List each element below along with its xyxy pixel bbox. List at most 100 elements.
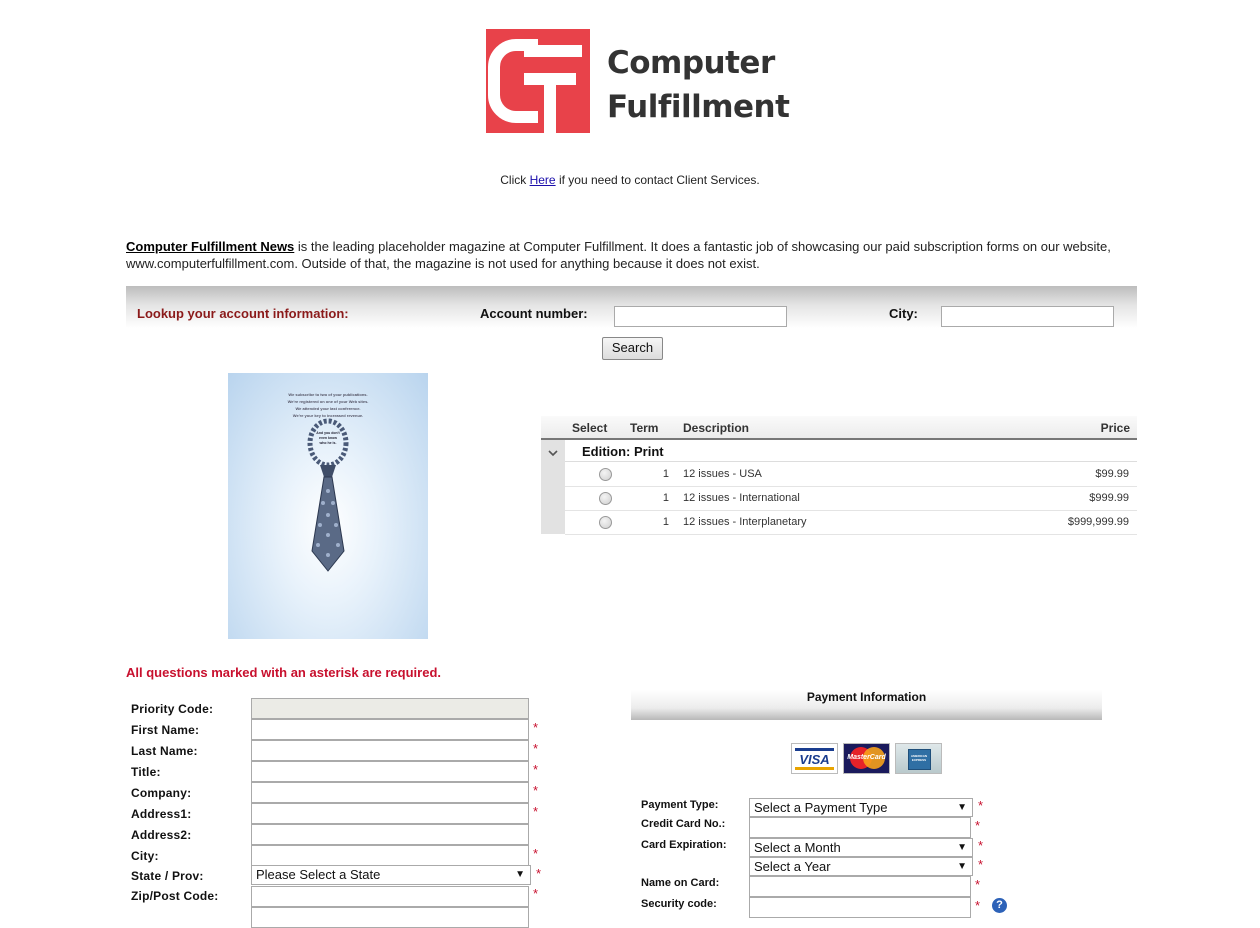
necktie-illustration [307, 418, 349, 572]
caret-down-icon: ▼ [957, 861, 967, 872]
last-name-label: Last Name: [131, 744, 198, 758]
mastercard-logo: MasterCard [843, 743, 890, 774]
name-on-card-label: Name on Card: [641, 877, 720, 889]
offers-table-header: Select Term Description Price [541, 416, 1137, 440]
offer-term: 1 [662, 468, 669, 480]
card-number-input[interactable] [749, 817, 971, 838]
required-asterisk: * [975, 818, 981, 833]
first-name-label: First Name: [131, 723, 200, 737]
required-asterisk: * [533, 762, 539, 777]
col-price: Price [1100, 421, 1130, 435]
chevron-down-icon[interactable] [547, 447, 559, 459]
company-input[interactable] [251, 782, 529, 803]
col-select: Select [572, 421, 608, 435]
contact-suffix: if you need to contact Client Services. [558, 173, 760, 187]
col-term: Term [630, 421, 659, 435]
address1-label: Address1: [131, 807, 192, 821]
offer-term: 1 [662, 492, 669, 504]
month-value: Select a Month [754, 840, 841, 855]
visa-text: VISA [799, 752, 830, 767]
required-asterisk: * [978, 857, 984, 872]
amex-logo: AMERICAN EXPRESS [895, 743, 942, 774]
account-number-label: Account number: [480, 306, 588, 321]
publication-name: Computer Fulfillment News [126, 239, 295, 254]
offer-description: 12 issues - Interplanetary [683, 516, 807, 528]
priority-code-input [251, 698, 529, 719]
caret-down-icon: ▼ [957, 842, 967, 853]
offer-radio[interactable] [599, 516, 612, 529]
city-label: City: [131, 849, 159, 863]
payment-title: Payment Information [806, 690, 927, 704]
address2-label: Address2: [131, 828, 192, 842]
required-asterisk: * [533, 886, 539, 901]
address1-input[interactable] [251, 803, 529, 824]
speech-bubble: And you don't even know who he is. [314, 431, 342, 446]
search-button[interactable]: Search [602, 337, 663, 360]
account-number-input[interactable] [614, 306, 787, 327]
city-input[interactable] [251, 845, 529, 866]
required-asterisk: * [978, 798, 984, 813]
mastercard-text: MasterCard [847, 754, 886, 761]
offer-row[interactable]: 1 12 issues - International $999.99 [565, 486, 1137, 511]
security-code-input[interactable] [749, 897, 971, 918]
magazine-cover-image: We subscribe to two of your publications… [228, 373, 428, 639]
visa-logo: VISA [791, 743, 838, 774]
state-select-value: Please Select a State [256, 867, 381, 882]
caret-down-icon: ▼ [957, 802, 967, 813]
name-on-card-input[interactable] [749, 876, 971, 897]
priority-code-label: Priority Code: [131, 702, 214, 716]
offer-radio[interactable] [599, 492, 612, 505]
lookup-city-label: City: [889, 306, 918, 321]
next-field-input[interactable] [251, 907, 529, 928]
card-expiration-label: Card Expiration: [641, 839, 727, 851]
intro-paragraph: Computer Fulfillment News is the leading… [126, 238, 1126, 272]
required-note: All questions marked with an asterisk ar… [126, 665, 441, 680]
brand-name-line2: Fulfillment [607, 89, 790, 125]
company-label: Company: [131, 786, 192, 800]
zip-label: Zip/Post Code: [131, 889, 219, 903]
col-description: Description [683, 421, 750, 435]
contact-here-link[interactable]: Here [530, 173, 556, 187]
offer-row[interactable]: 1 12 issues - Interplanetary $999,999.99 [565, 510, 1137, 535]
offer-price: $999.99 [1089, 492, 1129, 504]
required-asterisk: * [533, 804, 539, 819]
state-label: State / Prov: [131, 869, 204, 883]
offer-term: 1 [662, 516, 669, 528]
required-asterisk: * [533, 741, 539, 756]
offer-price: $99.99 [1095, 468, 1129, 480]
brand-logo[interactable]: Computer Fulfillment [486, 29, 790, 135]
brand-name-line1: Computer [607, 45, 775, 81]
payment-type-select[interactable]: Select a Payment Type ▼ [749, 798, 973, 817]
offer-radio[interactable] [599, 468, 612, 481]
expiration-year-select[interactable]: Select a Year ▼ [749, 857, 973, 876]
offer-row[interactable]: 1 12 issues - USA $99.99 [565, 462, 1137, 487]
offer-price: $999,999.99 [1067, 516, 1129, 528]
offer-description: 12 issues - USA [683, 468, 762, 480]
year-value: Select a Year [754, 859, 831, 874]
address2-input[interactable] [251, 824, 529, 845]
brand-name: Computer Fulfillment [607, 41, 790, 129]
caret-down-icon: ▼ [515, 869, 525, 880]
last-name-input[interactable] [251, 740, 529, 761]
payment-type-value: Select a Payment Type [754, 800, 888, 815]
logo-mark [486, 29, 590, 133]
payment-type-label: Payment Type: [641, 799, 719, 811]
zip-input[interactable] [251, 886, 529, 907]
edition-label: Edition: Print [582, 444, 664, 459]
required-asterisk: * [978, 838, 984, 853]
lookup-title: Lookup your account information: [137, 306, 349, 321]
first-name-input[interactable] [251, 719, 529, 740]
title-input[interactable] [251, 761, 529, 782]
required-asterisk: * [533, 720, 539, 735]
expiration-month-select[interactable]: Select a Month ▼ [749, 838, 973, 857]
contact-prefix: Click [500, 173, 527, 187]
required-asterisk: * [533, 783, 539, 798]
required-asterisk: * [536, 866, 542, 881]
title-label: Title: [131, 765, 161, 779]
bubble-line: who he is. [319, 441, 337, 445]
card-number-label: Credit Card No.: [641, 818, 726, 830]
lookup-city-input[interactable] [941, 306, 1114, 327]
state-select[interactable]: Please Select a State ▼ [251, 865, 531, 885]
contact-line: Click Here if you need to contact Client… [0, 173, 1260, 187]
help-icon[interactable]: ? [992, 898, 1007, 913]
